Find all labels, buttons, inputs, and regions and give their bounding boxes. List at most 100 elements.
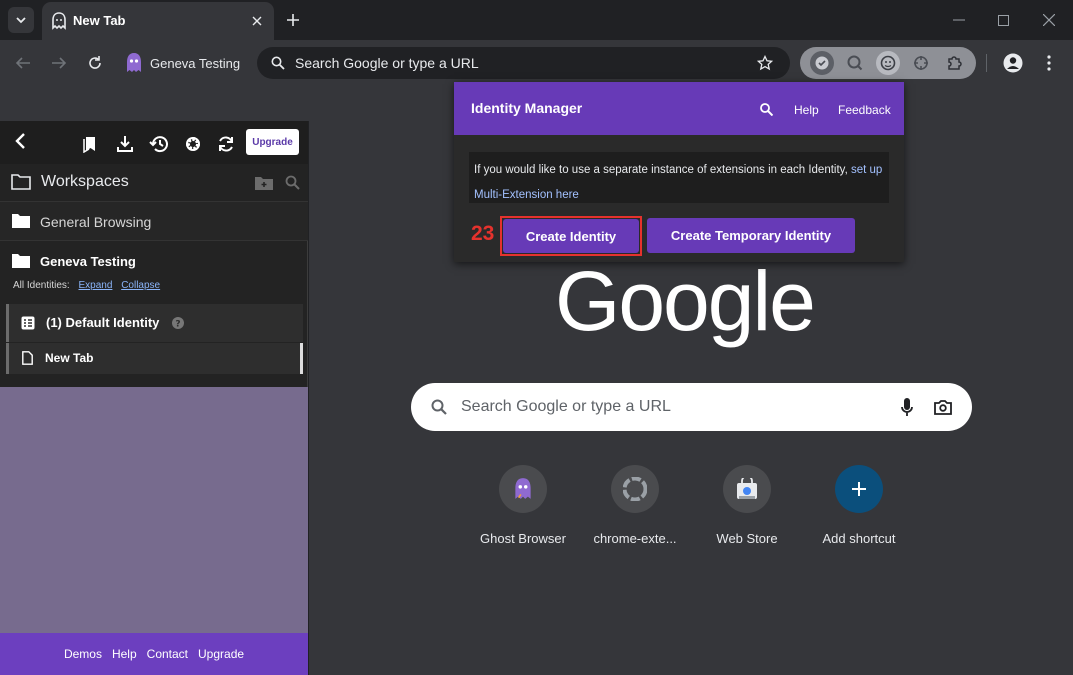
history-button[interactable] <box>148 133 170 155</box>
identity-tab-row[interactable]: New Tab <box>6 343 303 374</box>
tab-label: New Tab <box>45 351 94 365</box>
omnibox-placeholder: Search Google or type a URL <box>295 55 479 71</box>
minimize-button[interactable] <box>947 8 971 32</box>
download-icon <box>117 136 133 152</box>
title-bar: New Tab <box>0 0 1073 40</box>
star-icon[interactable] <box>757 55 773 71</box>
shortcut-ghost-browser[interactable]: Ghost Browser <box>478 465 568 555</box>
bookmarks-icon <box>83 137 95 153</box>
chevron-left-icon <box>15 133 25 149</box>
close-icon <box>1043 14 1055 26</box>
puzzle-icon[interactable] <box>942 51 966 75</box>
ntp-search-placeholder: Search Google or type a URL <box>461 398 671 415</box>
downloads-button[interactable] <box>114 133 136 155</box>
extension-focus-icon[interactable] <box>909 51 933 75</box>
ghost-icon <box>515 478 531 499</box>
profile-button[interactable] <box>1002 52 1024 74</box>
settings-button[interactable] <box>182 133 204 155</box>
footer-link-help[interactable]: Help <box>112 647 137 661</box>
reload-icon <box>89 56 101 69</box>
identity-chip[interactable]: Geneva Testing <box>124 51 240 75</box>
forward-button[interactable] <box>48 52 70 74</box>
chevron-down-icon <box>16 17 26 24</box>
arrow-right-icon <box>52 57 67 69</box>
shortcut-label: Web Store <box>716 531 778 546</box>
maximize-icon <box>997 14 1009 26</box>
shortcut-label: Ghost Browser <box>480 531 566 546</box>
toolbar-divider <box>986 54 987 72</box>
web-store-icon <box>737 478 757 499</box>
identity-manager-popup: Identity Manager Help Feedback If you wo… <box>454 82 904 262</box>
footer-link-contact[interactable]: Contact <box>147 647 188 661</box>
camera-search-icon[interactable] <box>934 399 952 415</box>
reload-button[interactable] <box>84 52 106 74</box>
extension-check-icon[interactable] <box>810 51 835 75</box>
ntp-search-box[interactable]: Search Google or type a URL <box>411 383 972 431</box>
workspaces-title: Workspaces <box>41 173 129 190</box>
shortcut-chrome-extension[interactable]: chrome-exte... <box>590 465 680 555</box>
browser-tab[interactable]: New Tab <box>42 2 274 40</box>
search-icon[interactable] <box>760 103 773 116</box>
sidebar-empty-area <box>0 387 308 633</box>
shortcut-label: Add shortcut <box>822 531 896 546</box>
omnibox[interactable]: Search Google or type a URL <box>257 47 790 79</box>
popup-feedback-link[interactable]: Feedback <box>838 103 891 117</box>
workspace-label: Geneva Testing <box>40 254 136 269</box>
sync-button[interactable] <box>215 133 237 155</box>
tab-title: New Tab <box>73 13 126 28</box>
footer-link-upgrade[interactable]: Upgrade <box>198 647 244 661</box>
new-tab-button[interactable] <box>283 10 303 30</box>
workspace-general-browsing[interactable]: General Browsing <box>0 201 308 241</box>
search-icon <box>271 56 285 70</box>
ghost-icon <box>127 53 141 72</box>
browser-toolbar: Geneva Testing Search Google or type a U… <box>0 40 1073 86</box>
identity-manager-extension-icon[interactable] <box>875 51 900 75</box>
folder-icon <box>12 214 30 228</box>
search-icon <box>431 399 447 415</box>
arrow-left-icon <box>15 57 30 69</box>
popup-help-link[interactable]: Help <box>794 103 819 117</box>
shortcut-icon-circle <box>835 465 883 513</box>
identity-label: (1) Default Identity <box>46 315 160 330</box>
identity-list-icon <box>21 316 35 330</box>
tab-close-button[interactable] <box>248 12 266 30</box>
search-icon[interactable] <box>285 175 300 190</box>
workspace-label: General Browsing <box>40 214 152 230</box>
plus-icon <box>287 14 299 26</box>
create-temporary-identity-button[interactable]: Create Temporary Identity <box>647 218 855 253</box>
browser-menu-button[interactable] <box>1038 52 1060 74</box>
footer-link-demos[interactable]: Demos <box>64 647 102 661</box>
all-identities-label: All Identities: <box>13 280 70 291</box>
new-folder-icon[interactable] <box>255 176 273 190</box>
microphone-icon[interactable] <box>901 398 913 417</box>
sidebar-footer: Demos Help Contact Upgrade <box>0 633 308 675</box>
back-button[interactable] <box>12 52 34 74</box>
help-circle-icon[interactable]: ? <box>172 317 184 329</box>
svg-text:?: ? <box>175 320 180 330</box>
identity-row[interactable]: (1) Default Identity ? <box>6 304 303 342</box>
ghost-favicon-icon <box>52 12 66 30</box>
notice-text: If you would like to use a separate inst… <box>474 164 848 176</box>
extensions-group <box>800 47 976 79</box>
close-window-button[interactable] <box>1037 8 1061 32</box>
maximize-button[interactable] <box>991 8 1015 32</box>
tab-search-button[interactable] <box>8 7 34 33</box>
create-identity-button[interactable]: Create Identity <box>503 219 639 253</box>
minimize-icon <box>953 19 965 21</box>
workspace-geneva-testing[interactable]: Geneva Testing <box>0 242 308 282</box>
bookmarks-button[interactable] <box>80 133 102 155</box>
shortcut-icon-circle <box>499 465 547 513</box>
sidebar-back-button[interactable] <box>9 130 31 152</box>
shortcut-add[interactable]: Add shortcut <box>814 465 904 555</box>
extension-magnifier-icon[interactable] <box>843 51 867 75</box>
shortcut-icon-circle <box>611 465 659 513</box>
workspaces-header: Workspaces <box>0 164 308 201</box>
chrome-extension-icon <box>623 477 647 501</box>
upgrade-button[interactable]: Upgrade <box>246 129 299 155</box>
sidebar-header: Upgrade <box>0 121 308 164</box>
collapse-link[interactable]: Collapse <box>121 280 160 291</box>
expand-link[interactable]: Expand <box>78 280 112 291</box>
plus-icon <box>852 482 866 496</box>
folder-icon <box>12 254 30 268</box>
shortcut-web-store[interactable]: Web Store <box>702 465 792 555</box>
